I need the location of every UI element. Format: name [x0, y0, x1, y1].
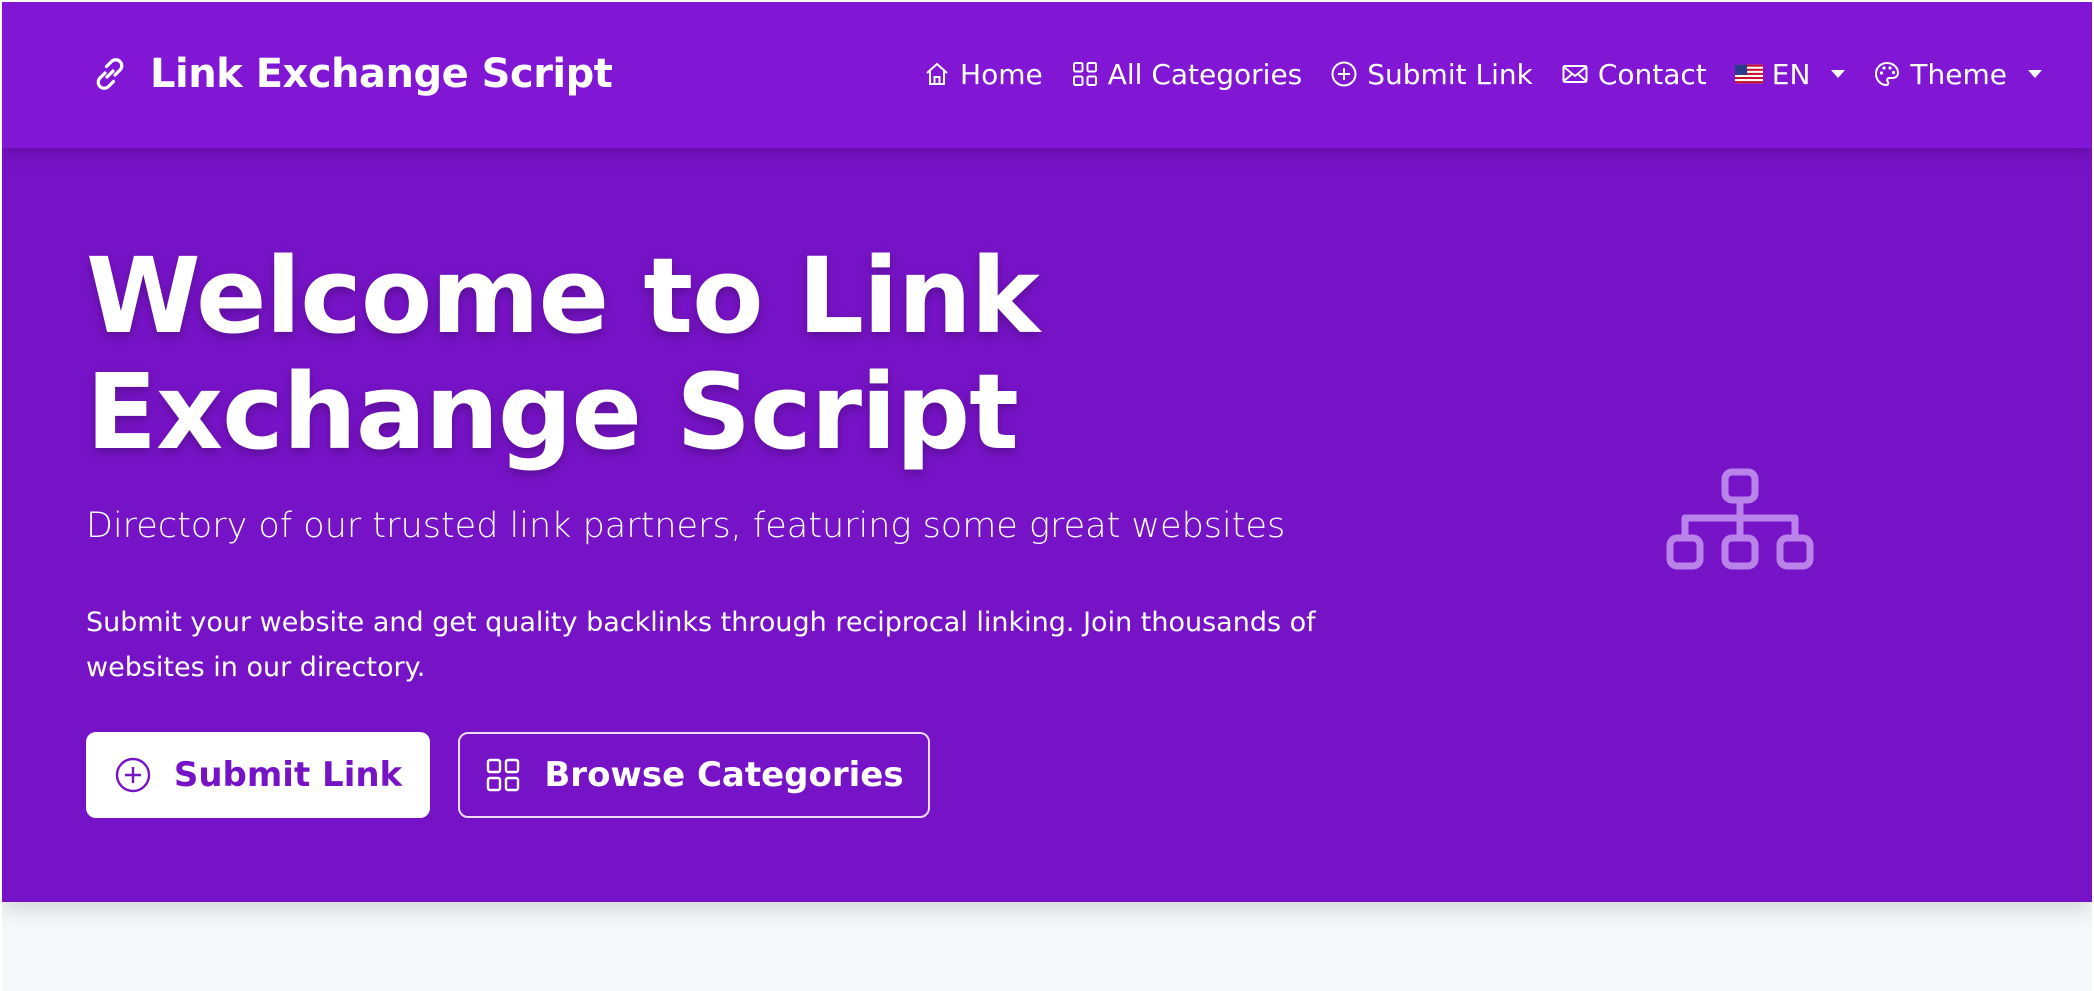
- theme-label: Theme: [1910, 57, 2007, 91]
- nav-contact-label: Contact: [1597, 57, 1707, 91]
- submit-link-button[interactable]: Submit Link: [86, 732, 430, 818]
- nav-home[interactable]: Home: [923, 58, 1043, 91]
- hero-title: Welcome to Link Exchange Script: [86, 235, 1040, 473]
- sitemap-illustration: [1666, 468, 1814, 584]
- nav-all-categories-label: All Categories: [1107, 57, 1303, 91]
- hero-subtitle: Directory of our trusted link partners, …: [86, 506, 1286, 546]
- nav-submit-link-label: Submit Link: [1367, 57, 1533, 91]
- language-label: EN: [1771, 57, 1811, 91]
- theme-dropdown[interactable]: Theme: [1873, 58, 2042, 91]
- plus-circle-icon: [115, 757, 151, 793]
- house-icon: [926, 62, 948, 85]
- grid-icon: [1072, 62, 1097, 86]
- hero-section: Welcome to Link Exchange Script Director…: [2, 148, 2092, 902]
- palette-icon: [1875, 61, 1900, 87]
- browse-categories-button[interactable]: Browse Categories: [458, 732, 930, 818]
- link-icon: [96, 58, 124, 90]
- brand-name: Link Exchange Script: [150, 51, 613, 97]
- browse-categories-button-label: Browse Categories: [544, 755, 904, 795]
- submit-link-button-label: Submit Link: [173, 755, 403, 795]
- main-nav: Home All Categories Submit Link Contact …: [923, 46, 2042, 102]
- chevron-down-icon: [1831, 70, 1846, 78]
- grid-icon: [487, 758, 520, 792]
- nav-all-categories[interactable]: All Categories: [1071, 57, 1303, 91]
- nav-contact[interactable]: Contact: [1561, 58, 1707, 91]
- hero-description: Submit your website and get quality back…: [86, 607, 1316, 683]
- us-flag-icon: [1734, 64, 1763, 84]
- page: Link Exchange Script Home All Categories…: [2, 2, 2092, 991]
- navbar: Link Exchange Script Home All Categories…: [2, 2, 2092, 148]
- brand-link[interactable]: Link Exchange Script: [90, 46, 613, 102]
- language-dropdown[interactable]: EN: [1734, 57, 1846, 91]
- sitemap-icon: [1666, 468, 1814, 570]
- nav-submit-link[interactable]: Submit Link: [1330, 58, 1533, 91]
- nav-home-label: Home: [960, 57, 1043, 91]
- chevron-down-icon: [2028, 70, 2042, 78]
- plus-circle-icon: [1331, 61, 1357, 87]
- envelope-icon: [1562, 65, 1588, 83]
